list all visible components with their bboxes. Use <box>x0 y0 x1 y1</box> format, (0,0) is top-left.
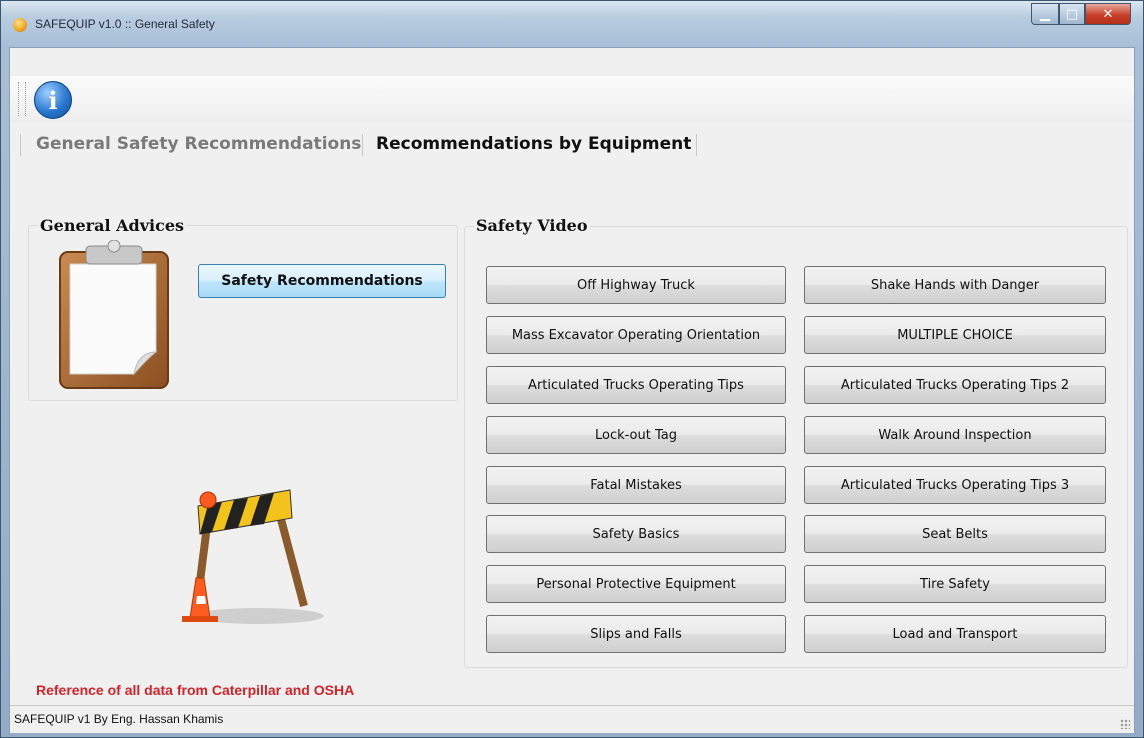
video-off-highway-truck-button[interactable]: Off Highway Truck <box>486 266 786 304</box>
status-bar: SAFEQUIP v1 By Eng. Hassan Khamis <box>10 705 1134 733</box>
client-area: i General Safety Recommendations Recomme… <box>9 47 1135 733</box>
video-fatal-mistakes-button[interactable]: Fatal Mistakes <box>486 466 786 504</box>
video-safety-basics-button[interactable]: Safety Basics <box>486 515 786 553</box>
menu-separator <box>362 134 363 156</box>
video-shake-hands-with-danger-button[interactable]: Shake Hands with Danger <box>804 266 1106 304</box>
clipboard-icon <box>56 239 172 392</box>
video-personal-protective-equipment-button[interactable]: Personal Protective Equipment <box>486 565 786 603</box>
info-icon[interactable]: i <box>34 81 72 119</box>
menu-separator <box>696 134 697 156</box>
reference-note: Reference of all data from Caterpillar a… <box>36 682 355 698</box>
close-button[interactable]: ✕ <box>1085 3 1131 25</box>
construction-barrier-icon <box>168 478 328 628</box>
video-tire-safety-button[interactable]: Tire Safety <box>804 565 1106 603</box>
video-load-and-transport-button[interactable]: Load and Transport <box>804 615 1106 653</box>
video-seat-belts-button[interactable]: Seat Belts <box>804 515 1106 553</box>
menu-recommendations-by-equipment[interactable]: Recommendations by Equipment <box>376 134 691 154</box>
video-slips-and-falls-button[interactable]: Slips and Falls <box>486 615 786 653</box>
toolbar-grip[interactable] <box>18 82 26 116</box>
video-articulated-trucks-tips-3-button[interactable]: Articulated Trucks Operating Tips 3 <box>804 466 1106 504</box>
app-logo-icon <box>13 18 27 32</box>
title-bar[interactable]: SAFEQUIP v1.0 :: General Safety ▁ □ ✕ <box>1 1 1143 47</box>
caption-buttons: ▁ □ ✕ <box>1031 3 1131 27</box>
video-articulated-trucks-tips-2-button[interactable]: Articulated Trucks Operating Tips 2 <box>804 366 1106 404</box>
video-articulated-trucks-tips-button[interactable]: Articulated Trucks Operating Tips <box>486 366 786 404</box>
video-lock-out-tag-button[interactable]: Lock-out Tag <box>486 416 786 454</box>
multiple-choice-button[interactable]: MULTIPLE CHOICE <box>804 316 1106 354</box>
menu-strip: General Safety Recommendations Recommend… <box>10 128 1134 162</box>
maximize-button[interactable]: □ <box>1059 3 1085 25</box>
minimize-button[interactable]: ▁ <box>1031 3 1059 25</box>
video-mass-excavator-button[interactable]: Mass Excavator Operating Orientation <box>486 316 786 354</box>
safety-video-title: Safety Video <box>474 216 590 235</box>
app-window: SAFEQUIP v1.0 :: General Safety ▁ □ ✕ i … <box>0 0 1144 738</box>
video-walk-around-inspection-button[interactable]: Walk Around Inspection <box>804 416 1106 454</box>
safety-recommendations-button[interactable]: Safety Recommendations <box>198 264 446 298</box>
window-title: SAFEQUIP v1.0 :: General Safety <box>35 17 215 31</box>
menu-general-safety-recommendations[interactable]: General Safety Recommendations <box>36 134 361 154</box>
general-advices-title: General Advices <box>38 216 187 235</box>
toolbar: i <box>10 76 1134 122</box>
status-text: SAFEQUIP v1 By Eng. Hassan Khamis <box>14 712 224 726</box>
menu-strip-grip <box>20 134 21 156</box>
resize-grip[interactable] <box>1120 719 1130 729</box>
